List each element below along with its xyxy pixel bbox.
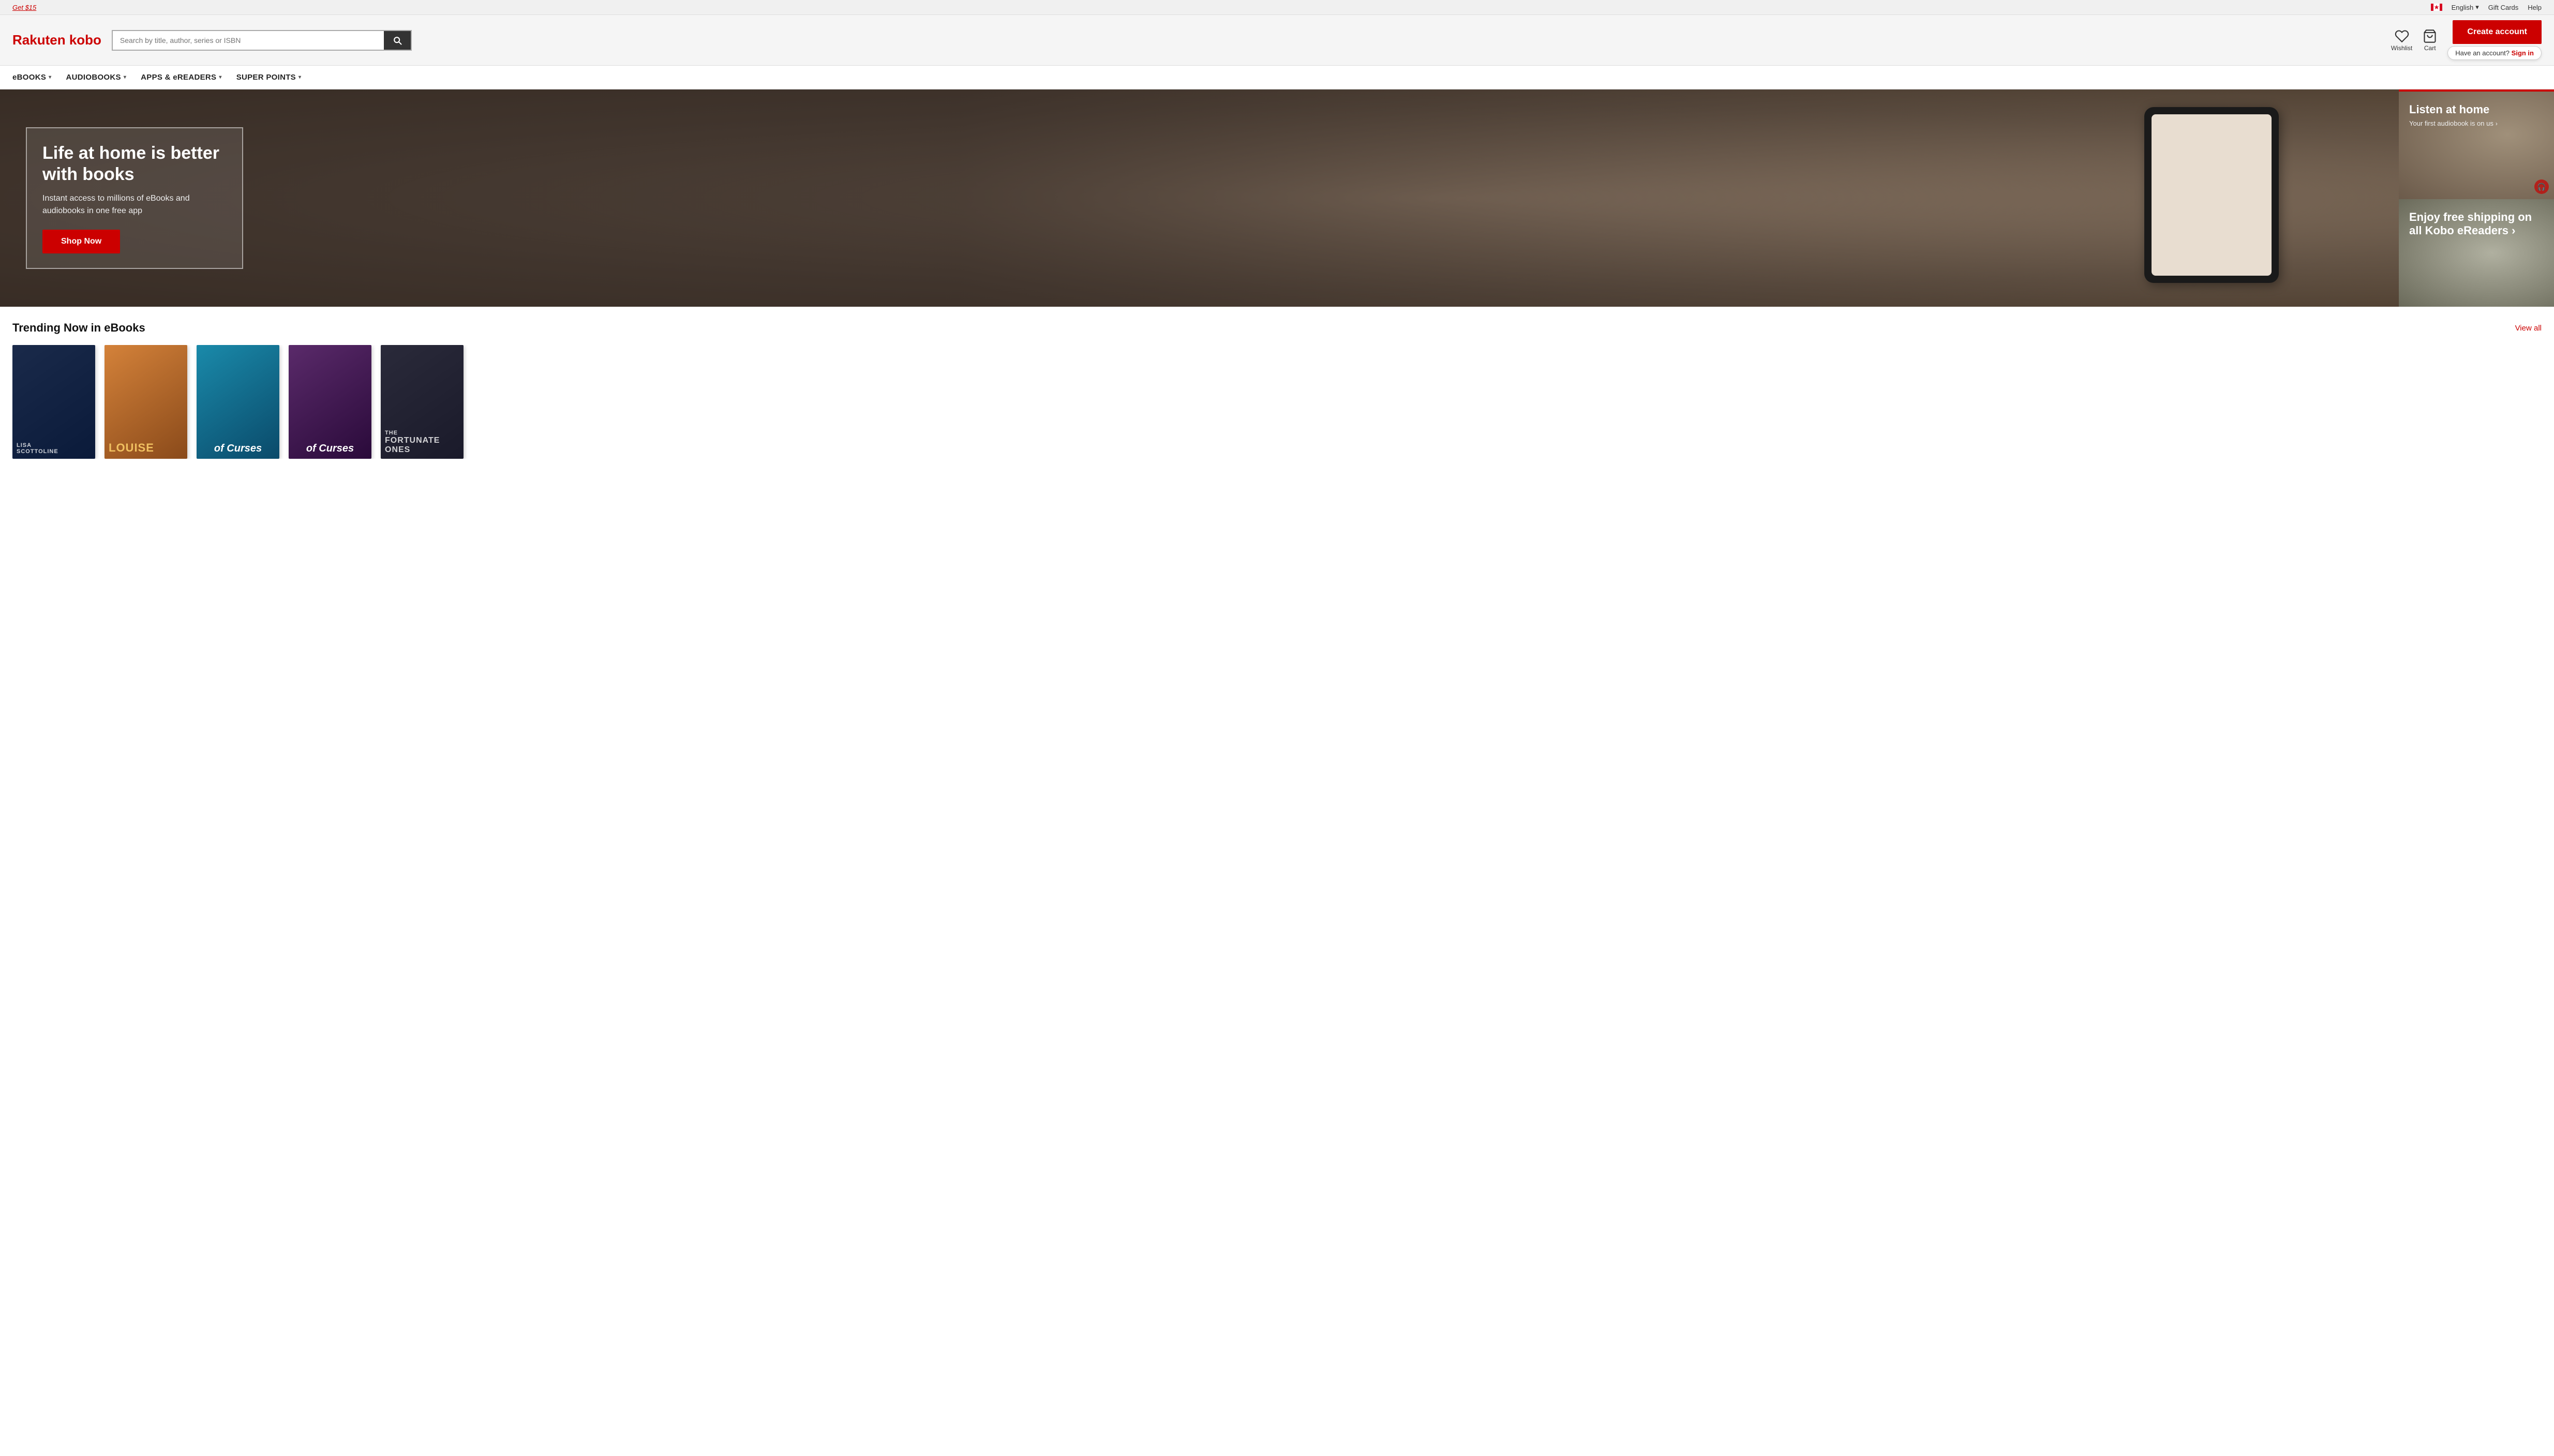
panel-top-subtitle: Your first audiobook is on us ›	[2409, 119, 2544, 127]
book-item[interactable]: of Curses	[197, 345, 279, 459]
hero-main-panel: Life at home is better with books Instan…	[0, 89, 2399, 307]
cart-button[interactable]: Cart	[2423, 29, 2437, 52]
chevron-down-icon: ▾	[49, 74, 51, 80]
chevron-down-icon: ▾	[2475, 3, 2479, 11]
book-author: LISA	[17, 442, 91, 448]
tablet-screen	[2152, 114, 2272, 276]
book-title: of Curses	[293, 442, 367, 455]
cart-label: Cart	[2424, 44, 2436, 52]
nav-audiobooks-label: AUDIOBOOKS	[66, 73, 121, 82]
nav-item-ebooks[interactable]: eBOOKS ▾	[12, 66, 62, 89]
panel-top-content: Listen at home Your first audiobook is o…	[2399, 92, 2554, 139]
book-item[interactable]: of Curses	[289, 345, 371, 459]
trending-title: Trending Now in eBooks	[12, 321, 145, 335]
book-text: LISA SCOTTOLINE	[12, 345, 95, 459]
hero-title: Life at home is better with books	[42, 143, 227, 185]
tablet-decoration	[2144, 107, 2279, 283]
hero-panel-ereader[interactable]: Enjoy free shipping on all Kobo eReaders…	[2399, 199, 2554, 307]
header-actions: Wishlist Cart Create account Have an acc…	[2391, 20, 2542, 60]
book-title-2: FORTUNATE	[385, 436, 459, 445]
have-account-text: Have an account?	[2455, 49, 2510, 57]
trending-header: Trending Now in eBooks View all	[12, 321, 2542, 335]
panel-top-title: Listen at home	[2409, 103, 2544, 116]
language-label: English	[2452, 4, 2474, 11]
search-button[interactable]	[384, 31, 411, 50]
create-account-button[interactable]: Create account	[2453, 20, 2542, 44]
signin-bubble: Have an account? Sign in	[2447, 46, 2542, 60]
promo-link[interactable]: Get $15	[12, 4, 36, 11]
panel-bottom-title: Enjoy free shipping on all Kobo eReaders…	[2409, 211, 2544, 237]
panel-bottom-content: Enjoy free shipping on all Kobo eReaders…	[2399, 199, 2554, 252]
book-item[interactable]: the FORTUNATE ONES	[381, 345, 464, 459]
nav-item-audiobooks[interactable]: AUDIOBOOKS ▾	[62, 66, 137, 89]
top-bar: Get $15 English ▾ Gift Cards Help	[0, 0, 2554, 15]
hero-overlay	[0, 89, 2399, 307]
logo-kobo-word: kobo	[69, 32, 101, 48]
book-title: the	[385, 430, 459, 436]
book-text: the FORTUNATE ONES	[381, 345, 464, 459]
book-item[interactable]: LISA SCOTTOLINE	[12, 345, 95, 459]
nav-apps-label: APPS & eREADERS	[141, 73, 216, 82]
book-text: of Curses	[197, 345, 279, 459]
help-link[interactable]: Help	[2528, 4, 2542, 11]
hero-content: Life at home is better with books Instan…	[0, 107, 259, 290]
search-input[interactable]	[113, 31, 384, 50]
wishlist-label: Wishlist	[2391, 44, 2412, 52]
promo-banner: Get $15	[12, 4, 36, 11]
language-selector[interactable]: English ▾	[2452, 3, 2479, 11]
book-title-3: ONES	[385, 445, 459, 455]
hero-section: Life at home is better with books Instan…	[0, 89, 2554, 307]
header: Rakuten kobo Wishlist Cart	[0, 15, 2554, 66]
nav-ebooks-label: eBOOKS	[12, 73, 46, 82]
nav-item-apps-ereaders[interactable]: APPS & eREADERS ▾	[137, 66, 232, 89]
view-all-link[interactable]: View all	[2515, 324, 2542, 333]
book-grid: LISA SCOTTOLINE LOUISE of Curses of Curs…	[12, 345, 2542, 459]
hero-panel-audiobook[interactable]: Listen at home Your first audiobook is o…	[2399, 89, 2554, 199]
book-text: LOUISE	[104, 345, 187, 459]
logo-rakuten-text: Rakuten	[12, 32, 66, 48]
headphone-icon: 🎧	[2534, 179, 2549, 194]
chevron-down-icon: ▾	[124, 74, 126, 80]
book-text: of Curses	[289, 345, 371, 459]
main-nav: eBOOKS ▾ AUDIOBOOKS ▾ APPS & eREADERS ▾ …	[0, 66, 2554, 89]
search-icon	[392, 35, 402, 46]
account-section: Create account Have an account? Sign in	[2447, 20, 2542, 60]
canada-flag-icon	[2431, 4, 2442, 11]
chevron-down-icon: ▾	[219, 74, 221, 80]
chevron-right-icon: ›	[2512, 224, 2515, 237]
trending-section: Trending Now in eBooks View all LISA SCO…	[0, 307, 2554, 469]
chevron-down-icon: ▾	[298, 74, 301, 80]
hero-subtitle: Instant access to millions of eBooks and…	[42, 192, 227, 217]
hero-side-panels: Listen at home Your first audiobook is o…	[2399, 89, 2554, 307]
nav-superpoints-label: SUPER POINTS	[236, 73, 296, 82]
top-bar-right: English ▾ Gift Cards Help	[2431, 3, 2542, 11]
book-item[interactable]: LOUISE	[104, 345, 187, 459]
book-title-text: LOUISE	[109, 441, 183, 455]
chevron-right-icon: ›	[2496, 120, 2498, 127]
wishlist-button[interactable]: Wishlist	[2391, 29, 2412, 52]
search-bar	[112, 30, 412, 51]
logo[interactable]: Rakuten kobo	[12, 32, 101, 48]
book-title: of Curses	[201, 442, 275, 455]
shop-now-button[interactable]: Shop Now	[42, 230, 120, 253]
cart-icon	[2423, 29, 2437, 43]
hero-text-box: Life at home is better with books Instan…	[26, 127, 243, 269]
gift-cards-link[interactable]: Gift Cards	[2488, 4, 2519, 11]
sign-in-link[interactable]: Sign in	[2512, 49, 2534, 57]
book-author-2: SCOTTOLINE	[17, 448, 91, 455]
heart-icon	[2395, 29, 2409, 43]
nav-item-super-points[interactable]: SUPER POINTS ▾	[232, 66, 312, 89]
